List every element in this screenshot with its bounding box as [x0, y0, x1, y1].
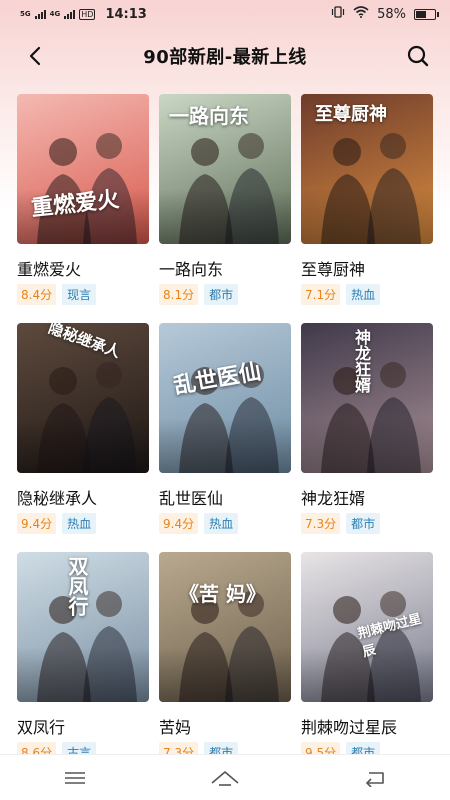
drama-card[interactable]: 一路向东 一路向东 8.1分 都市	[159, 94, 291, 323]
drama-poster[interactable]: 神龙狂婿	[301, 323, 433, 473]
wifi-icon	[353, 6, 369, 22]
drama-title[interactable]: 一路向东	[159, 256, 291, 279]
back-nav-button[interactable]	[355, 763, 395, 793]
drama-card[interactable]: 至尊厨神 至尊厨神 7.1分 热血	[301, 94, 433, 323]
battery-icon	[414, 8, 439, 20]
drama-tags: 9.4分 热血	[17, 513, 149, 534]
status-bar: 5G 4G HD 14:13 58%	[0, 0, 450, 28]
back-button[interactable]	[22, 42, 50, 70]
poster-title-text: 双凤行	[65, 556, 89, 616]
drama-poster[interactable]: 至尊厨神	[301, 94, 433, 244]
genre-badge: 都市	[346, 513, 381, 534]
drama-card[interactable]: 重燃爱火 重燃爱火 8.4分 现言	[17, 94, 149, 323]
poster-shade	[159, 418, 291, 473]
network-4g-label: 4G	[49, 9, 61, 18]
poster-shade	[159, 189, 291, 244]
network-5g-label: 5G	[20, 9, 31, 18]
drama-card[interactable]: 神龙狂婿 神龙狂婿 7.3分 都市	[301, 323, 433, 552]
return-icon	[365, 771, 384, 787]
system-navigation-bar	[0, 754, 450, 800]
poster-title-text: 一路向东	[169, 104, 249, 128]
hd-badge: HD	[79, 8, 96, 20]
rating-badge: 9.4分	[159, 513, 199, 534]
rating-badge: 7.1分	[301, 284, 341, 305]
drama-title[interactable]: 重燃爱火	[17, 256, 149, 279]
poster-shade	[301, 189, 433, 244]
drama-title[interactable]: 至尊厨神	[301, 256, 433, 279]
rating-badge: 8.4分	[17, 284, 57, 305]
page-header: 90部新剧-最新上线	[0, 28, 450, 84]
chevron-left-icon	[29, 46, 41, 66]
drama-title[interactable]: 神龙狂婿	[301, 485, 433, 508]
drama-tags: 8.4分 现言	[17, 284, 149, 305]
rating-badge: 8.1分	[159, 284, 199, 305]
vibrate-icon	[331, 6, 345, 22]
drama-grid: 重燃爱火 重燃爱火 8.4分 现言 一路向东 一路向东 8.1分 都市 至尊厨神 至尊厨神 7.1分…	[0, 84, 450, 781]
home-button[interactable]	[205, 763, 245, 793]
drama-tags: 8.1分 都市	[159, 284, 291, 305]
poster-shade	[17, 418, 149, 473]
rating-badge: 9.4分	[17, 513, 57, 534]
signal-strength-icon-2	[64, 9, 76, 19]
rating-badge: 7.3分	[301, 513, 341, 534]
drama-card[interactable]: 乱世医仙 乱世医仙 9.4分 热血	[159, 323, 291, 552]
drama-poster[interactable]: 重燃爱火	[17, 94, 149, 244]
drama-poster[interactable]: 荆棘吻过星辰	[301, 552, 433, 702]
genre-badge: 热血	[204, 513, 239, 534]
drama-card[interactable]: 《苦 妈》 苦妈 7.3分 都市	[159, 552, 291, 781]
drama-poster[interactable]: 隐秘继承人	[17, 323, 149, 473]
drama-title[interactable]: 荆棘吻过星辰	[301, 714, 433, 737]
genre-badge: 热血	[62, 513, 97, 534]
menu-button[interactable]	[55, 763, 95, 793]
drama-tags: 9.4分 热血	[159, 513, 291, 534]
poster-shade	[301, 418, 433, 473]
drama-poster[interactable]: 乱世医仙	[159, 323, 291, 473]
status-time: 14:13	[105, 6, 147, 22]
signal-strength-icon	[34, 9, 46, 19]
home-icon	[211, 770, 239, 786]
drama-card[interactable]: 隐秘继承人 隐秘继承人 9.4分 热血	[17, 323, 149, 552]
poster-title-text: 神龙狂婿	[352, 329, 371, 393]
drama-title[interactable]: 苦妈	[159, 714, 291, 737]
drama-card[interactable]: 荆棘吻过星辰 荆棘吻过星辰 9.5分 都市	[301, 552, 433, 781]
drama-poster[interactable]: 双凤行	[17, 552, 149, 702]
drama-poster[interactable]: 《苦 妈》	[159, 552, 291, 702]
drama-title[interactable]: 乱世医仙	[159, 485, 291, 508]
drama-title[interactable]: 隐秘继承人	[17, 485, 149, 508]
poster-shade	[159, 647, 291, 702]
drama-title[interactable]: 双凤行	[17, 714, 149, 737]
drama-card[interactable]: 双凤行 双凤行 8.6分 古言	[17, 552, 149, 781]
drama-tags: 7.1分 热血	[301, 284, 433, 305]
poster-title-text: 《苦 妈》	[179, 582, 266, 606]
genre-badge: 都市	[204, 284, 239, 305]
drama-poster[interactable]: 一路向东	[159, 94, 291, 244]
search-button[interactable]	[404, 42, 432, 70]
genre-badge: 热血	[346, 284, 381, 305]
genre-badge: 现言	[62, 284, 97, 305]
search-icon	[407, 45, 429, 67]
menu-icon	[65, 771, 85, 784]
status-right-group: 58%	[331, 6, 439, 22]
poster-shade	[17, 647, 149, 702]
drama-tags: 7.3分 都市	[301, 513, 433, 534]
poster-title-text: 至尊厨神	[315, 104, 387, 125]
battery-percent: 58%	[377, 6, 406, 22]
page-title: 90部新剧-最新上线	[143, 47, 307, 68]
signal-group: 5G 4G HD 14:13	[20, 7, 147, 22]
